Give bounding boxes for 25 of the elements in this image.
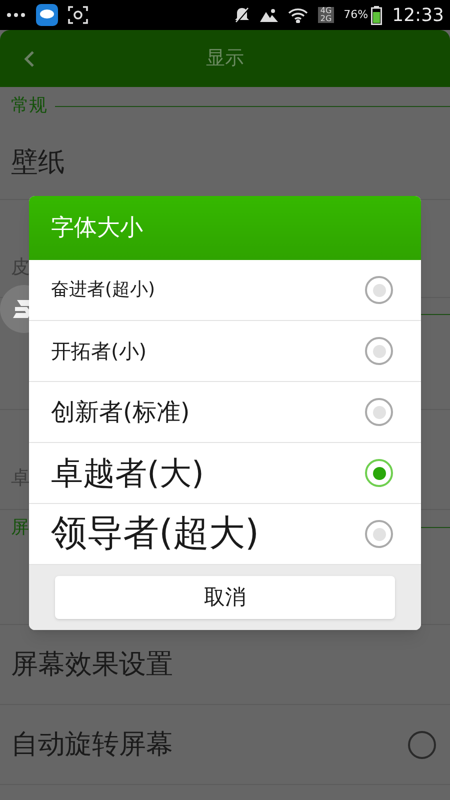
radio-button[interactable] (365, 459, 393, 487)
wifi-icon (288, 8, 308, 22)
muted-bell-icon (234, 6, 250, 24)
more-dots-icon (6, 12, 26, 18)
back-icon (22, 50, 34, 68)
section-header: 常规 (11, 97, 47, 115)
app-bar-title: 显示 (206, 46, 244, 72)
radio-button[interactable] (365, 398, 393, 426)
radio-button[interactable] (365, 337, 393, 365)
clock: 12:33 (392, 4, 444, 28)
weather-app-icon (36, 4, 58, 26)
font-size-option[interactable]: 创新者(标准) (29, 382, 421, 443)
mountain-icon (260, 8, 278, 22)
screenshot-icon (68, 6, 88, 24)
font-size-option[interactable]: 卓越者(大) (29, 443, 421, 504)
network-indicator: 4G 2G (318, 7, 334, 23)
font-size-option[interactable]: 奋进者(超小) (29, 260, 421, 321)
radio-button[interactable] (365, 276, 393, 304)
radio-button[interactable] (365, 520, 393, 548)
battery-icon (371, 6, 382, 24)
section-header: 屏 (11, 518, 29, 536)
font-size-option[interactable]: 开拓者(小) (29, 321, 421, 382)
battery-percent: 76% (344, 6, 368, 23)
dialog-title: 字体大小 (51, 214, 143, 243)
cancel-button[interactable]: 取消 (55, 576, 395, 619)
